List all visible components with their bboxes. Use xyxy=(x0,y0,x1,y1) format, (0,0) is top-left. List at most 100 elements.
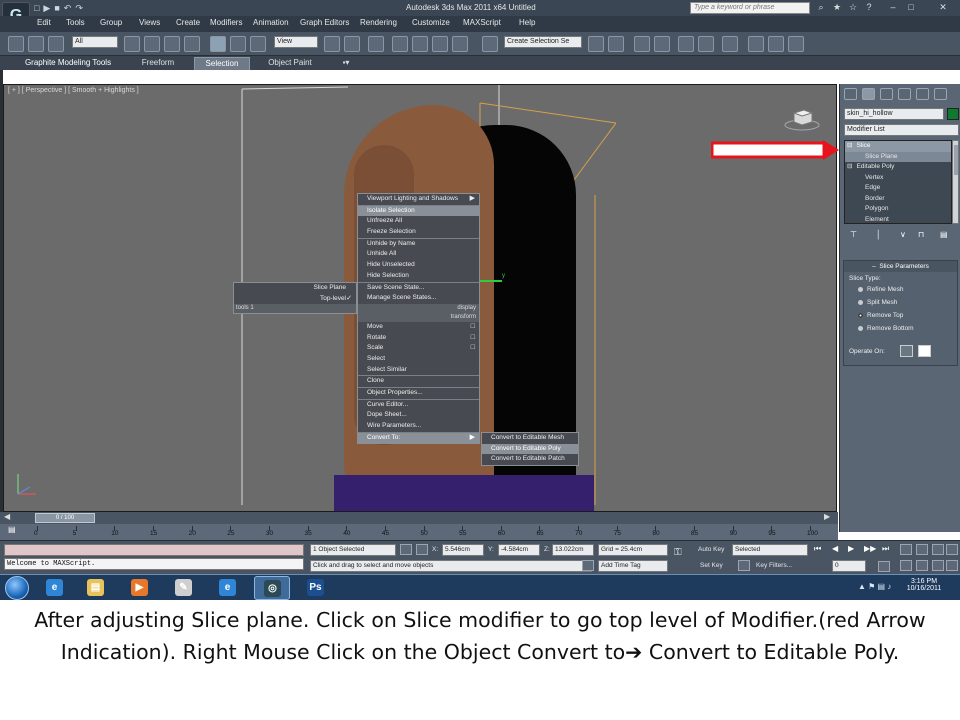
taskbar-internet-explorer[interactable]: e xyxy=(37,576,73,600)
key-mode-dropdown[interactable]: Selected xyxy=(732,544,808,556)
mirror-icon[interactable] xyxy=(588,36,604,52)
close-icon[interactable]: ✕ xyxy=(936,1,950,14)
submenu-item-convert-to-editable-poly[interactable]: Convert to Editable Poly xyxy=(482,443,578,455)
absolute-mode-icon[interactable] xyxy=(416,544,428,555)
menu-graph-editors[interactable]: Graph Editors xyxy=(300,18,349,27)
pivot-center-icon[interactable] xyxy=(324,36,340,52)
x-coordinate-field[interactable]: 5.546cm xyxy=(442,544,484,556)
bind-space-warp-icon[interactable] xyxy=(48,36,64,52)
submenu-item-convert-to-editable-mesh[interactable]: Convert to Editable Mesh xyxy=(482,433,578,444)
spinner-snap-icon[interactable] xyxy=(452,36,468,52)
time-slider-thumb[interactable]: 0 / 100 xyxy=(35,513,95,523)
radio-refine-mesh[interactable]: Refine Mesh xyxy=(858,286,904,293)
transform-gizmo-icon[interactable]: y xyxy=(474,265,514,295)
quad-item-clone[interactable]: Clone xyxy=(358,376,479,387)
time-tag-icon[interactable] xyxy=(582,560,594,571)
object-name-field[interactable]: skin_hi_hollow xyxy=(844,108,944,120)
radio-remove-top[interactable]: Remove Top xyxy=(858,312,903,319)
taskbar-internet-explorer-2[interactable]: e xyxy=(210,576,246,600)
auto-key-button[interactable]: Auto Key xyxy=(698,546,724,553)
configure-sets-icon[interactable]: ▤ xyxy=(940,230,948,239)
pan-icon[interactable] xyxy=(916,560,928,571)
system-tray-icons[interactable]: ▲ ⚑ ▤ ♪ xyxy=(858,582,891,591)
quad-item-move[interactable]: Move □ xyxy=(358,322,479,333)
modifier-list-dropdown[interactable]: Modifier List xyxy=(844,124,959,136)
angle-snap-icon[interactable] xyxy=(412,36,428,52)
pin-stack-icon[interactable]: ⊤ xyxy=(850,230,857,239)
edit-named-selection-icon[interactable] xyxy=(482,36,498,52)
align-icon[interactable] xyxy=(608,36,624,52)
quad-item-hide-unselected[interactable]: Hide Unselected xyxy=(358,260,479,271)
quad-item-manage-scene-states[interactable]: Manage Scene States... xyxy=(358,293,479,304)
stack-item-slice-plane[interactable]: Slice Plane xyxy=(845,151,951,162)
quad-item-isolate-selection[interactable]: Isolate Selection xyxy=(358,205,479,217)
minimize-icon[interactable]: – xyxy=(886,1,900,14)
material-editor-icon[interactable] xyxy=(722,36,738,52)
taskbar-photoshop[interactable]: Ps xyxy=(298,576,334,600)
window-crossing-icon[interactable] xyxy=(184,36,200,52)
select-manipulate-icon[interactable] xyxy=(344,36,360,52)
zoom-all-icon[interactable] xyxy=(916,544,928,555)
quad-item-curve-editor[interactable]: Curve Editor... xyxy=(358,400,479,411)
stack-item-slice[interactable]: ⊟ Slice xyxy=(845,141,951,152)
keyboard-shortcut-icon[interactable] xyxy=(368,36,384,52)
percent-snap-icon[interactable] xyxy=(432,36,448,52)
quad-item-unhide-all[interactable]: Unhide All xyxy=(358,249,479,260)
operate-on-faces-button[interactable] xyxy=(900,345,913,357)
quad-item-save-scene-state[interactable]: Save Scene State... xyxy=(358,283,479,294)
quick-access-toolbar[interactable]: □▶■↶↷ xyxy=(34,3,87,14)
maximize-icon[interactable]: □ xyxy=(904,1,918,14)
menu-help[interactable]: Help xyxy=(519,18,535,27)
quad-item-top-level[interactable]: Top-level ✓ xyxy=(234,294,356,305)
select-move-icon[interactable] xyxy=(210,36,226,52)
modify-tab-icon[interactable] xyxy=(862,88,875,100)
viewcube-icon[interactable] xyxy=(784,107,820,131)
quad-item-convert-to[interactable]: Convert To: ▶ xyxy=(358,432,479,444)
select-object-icon[interactable] xyxy=(124,36,140,52)
quad-item-slice-plane[interactable]: Slice Plane xyxy=(234,283,356,294)
quad-item-scale[interactable]: Scale □ xyxy=(358,343,479,354)
timeslider-right-icon[interactable]: ▶ xyxy=(824,512,830,521)
stack-item-element[interactable]: Element xyxy=(845,215,951,224)
quad-item-select[interactable]: Select xyxy=(358,354,479,365)
maxscript-listener-input[interactable] xyxy=(4,544,304,556)
neck-base-mesh[interactable] xyxy=(334,475,594,511)
motion-tab-icon[interactable] xyxy=(898,88,911,100)
reference-coordinate-dropdown[interactable]: View xyxy=(274,36,318,48)
track-bar[interactable]: ▤ 0 5 10 15 20 25 30 35 40 45 50 55 60 65 70 75 80 85 90 95… xyxy=(0,524,838,540)
object-color-swatch[interactable] xyxy=(947,108,959,120)
stack-item-border[interactable]: Border xyxy=(845,194,951,205)
create-tab-icon[interactable] xyxy=(844,88,857,100)
remove-modifier-icon[interactable]: ⊓ xyxy=(918,230,924,239)
named-selection-dropdown[interactable]: Create Selection Se xyxy=(504,36,582,48)
hierarchy-tab-icon[interactable] xyxy=(880,88,893,100)
link-icon[interactable] xyxy=(8,36,24,52)
key-filters-icon[interactable] xyxy=(738,560,750,571)
rect-selection-icon[interactable] xyxy=(164,36,180,52)
menu-group[interactable]: Group xyxy=(100,18,122,27)
taskbar-wacom[interactable]: ✎ xyxy=(166,576,202,600)
taskbar-3ds-max[interactable]: ◎ xyxy=(254,576,290,600)
zoom-extents-all-icon[interactable] xyxy=(946,544,958,555)
goto-start-icon[interactable]: ⏮ xyxy=(814,544,821,554)
rollout-title[interactable]: – Slice Parameters xyxy=(844,261,957,272)
previous-frame-icon[interactable]: ◀ xyxy=(832,544,838,553)
tab-object-paint[interactable]: Object Paint xyxy=(262,57,318,70)
snaps-toggle-icon[interactable] xyxy=(392,36,408,52)
render-production-icon[interactable] xyxy=(788,36,804,52)
time-slider[interactable]: 0 / 100 ◀ ▶ xyxy=(0,512,838,524)
current-frame-field[interactable]: 0 xyxy=(832,560,866,572)
next-frame-icon[interactable]: ▶▶ xyxy=(864,544,876,553)
start-button[interactable] xyxy=(5,576,29,600)
search-icon[interactable]: ⌕ xyxy=(814,1,828,14)
submenu-item-convert-to-editable-patch[interactable]: Convert to Editable Patch xyxy=(482,454,578,465)
quad-item-unfreeze-all[interactable]: Unfreeze All xyxy=(358,216,479,227)
tab-graphite-modeling-tools[interactable]: Graphite Modeling Tools xyxy=(16,57,120,70)
quad-item-select-similar[interactable]: Select Similar xyxy=(358,365,479,376)
key-filters-button[interactable]: Key Filters... xyxy=(756,562,792,569)
select-rotate-icon[interactable] xyxy=(230,36,246,52)
mini-curve-editor-icon[interactable]: ▤ xyxy=(8,525,16,534)
maxscript-output[interactable]: Welcome to MAXScript. xyxy=(4,558,304,570)
menu-edit[interactable]: Edit xyxy=(37,18,51,27)
add-time-tag-button[interactable]: Add Time Tag xyxy=(598,560,668,572)
